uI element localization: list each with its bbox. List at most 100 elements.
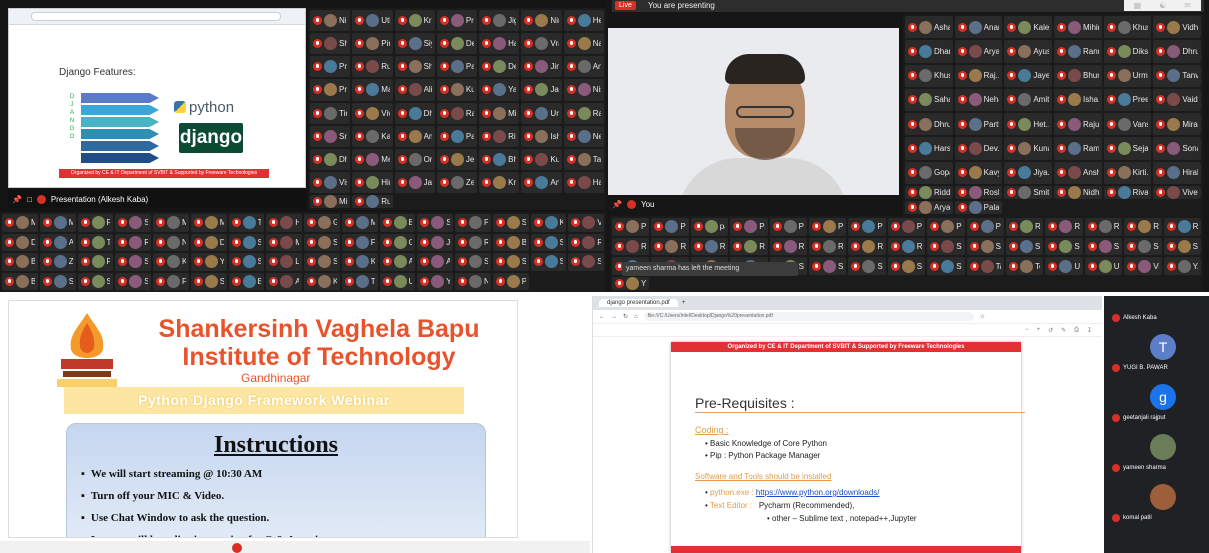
participant-tile[interactable]: Dhruvi... xyxy=(1153,40,1201,63)
participant-tile[interactable]: Ujvi... xyxy=(379,272,416,290)
participant-tile[interactable]: Patel Y... xyxy=(730,218,768,236)
participant-tile[interactable]: Gavest... xyxy=(304,214,340,232)
participant-tile[interactable]: Urmi... xyxy=(1103,64,1152,87)
participant-tile[interactable]: Vivek... xyxy=(352,102,393,124)
participant-tile[interactable]: Jeel... xyxy=(436,148,478,170)
participant-tile[interactable]: Dhruv... xyxy=(905,113,953,136)
participant-tile[interactable]: Anand... xyxy=(954,16,1003,39)
participant-tile[interactable]: Bhavik... xyxy=(479,148,520,170)
pin-icon[interactable]: 📌 xyxy=(12,195,22,204)
participant-tile[interactable]: Mansi... xyxy=(266,233,302,251)
participant-tile[interactable]: Drish... xyxy=(2,233,38,251)
participant-tile[interactable]: Ishan... xyxy=(521,125,562,147)
save-icon[interactable]: ↧ xyxy=(1087,327,1092,334)
participant-tile[interactable]: Riya... xyxy=(479,125,520,147)
participant-tile[interactable]: Parth... xyxy=(436,125,478,147)
participant-tile[interactable]: Sneha... xyxy=(310,125,351,147)
participant-tile[interactable]: Raju S... xyxy=(1084,218,1123,236)
participant-tile[interactable]: Mihir... xyxy=(1054,16,1102,39)
participant-tile[interactable]: Rahul... xyxy=(612,237,650,256)
participant-tile[interactable]: Rush... xyxy=(352,56,393,78)
participant-tile[interactable]: Ankit... xyxy=(521,171,562,193)
participant-tile[interactable]: Raj... xyxy=(436,102,478,124)
participant-tile[interactable]: Vivek... xyxy=(568,214,604,232)
participant-tile[interactable]: Diksha... xyxy=(1103,40,1152,63)
draw-icon[interactable]: ✎ xyxy=(1061,327,1066,334)
new-tab-icon[interactable]: + xyxy=(682,300,686,306)
reload-icon[interactable]: ↻ xyxy=(623,313,628,320)
participant-tile[interactable]: Rahul... xyxy=(651,237,689,256)
participant-tile[interactable]: Deep... xyxy=(436,33,478,55)
participant-tile[interactable]: Jiya... xyxy=(1004,161,1052,184)
participant-tile[interactable]: patel s... xyxy=(690,218,729,236)
participant-tile[interactable]: Siya... xyxy=(394,33,435,55)
grid-icon[interactable]: ▦ xyxy=(1134,1,1142,10)
participant-tile[interactable]: Ram... xyxy=(77,214,114,232)
participant-tile[interactable]: Neha... xyxy=(954,88,1003,112)
participant-tile[interactable]: Rudra... xyxy=(352,195,393,208)
participant-tile[interactable]: Nirav... xyxy=(153,233,189,251)
participant-tile[interactable]: Rudra... xyxy=(848,237,886,256)
print-icon[interactable]: ⎙ xyxy=(1074,327,1079,334)
participant-tile[interactable]: PAVIT... xyxy=(455,214,491,232)
participant-tile[interactable]: Tirth... xyxy=(341,272,378,290)
participant-tile[interactable]: Patel... xyxy=(436,56,478,78)
participant-tile[interactable]: Arya... xyxy=(954,40,1003,63)
participant-tile[interactable]: Kevin... xyxy=(341,253,378,271)
participant-tile[interactable]: Raj... xyxy=(954,64,1003,87)
participant-tile[interactable]: Yash... xyxy=(190,253,227,271)
pdf-tab[interactable]: django presentation.pdf xyxy=(599,299,678,307)
participant-tile[interactable]: Vanshi... xyxy=(1103,113,1152,136)
participant-tile[interactable]: Preet... xyxy=(1103,88,1152,112)
participant-tile[interactable]: Parth... xyxy=(954,113,1003,136)
participant-tile[interactable]: Vivek... xyxy=(1124,257,1162,275)
sidebar-participant[interactable]: T YUGI B. PAWAR xyxy=(1112,334,1207,372)
participant-tile[interactable]: Pinal... xyxy=(352,33,393,55)
participant-tile[interactable]: Suresh... xyxy=(927,257,965,275)
participant-tile[interactable]: Bawr... xyxy=(2,253,38,271)
participant-tile[interactable]: Rohan... xyxy=(730,237,768,256)
participant-tile[interactable]: PRAKR... xyxy=(809,218,847,236)
people-icon[interactable]: ☯ xyxy=(1159,1,1166,10)
participant-tile[interactable]: Khush... xyxy=(905,64,953,87)
participant-tile[interactable]: Nisha... xyxy=(563,79,604,101)
participant-tile[interactable]: Thaul... xyxy=(228,214,265,232)
participant-tile[interactable]: Kria... xyxy=(394,10,435,32)
participant-tile[interactable]: Ayush... xyxy=(1004,40,1052,63)
participant-tile[interactable]: Nikhil... xyxy=(310,10,351,32)
participant-tile[interactable]: Sneha... xyxy=(809,257,847,275)
sidebar-participant[interactable]: yameen sharma xyxy=(1112,434,1207,472)
participant-tile[interactable]: Arya... xyxy=(379,253,416,271)
sidebar-participant[interactable]: komal patil xyxy=(1112,484,1207,522)
participant-tile[interactable]: Kalesh... xyxy=(1004,16,1052,39)
participant-tile[interactable]: Krish... xyxy=(479,171,520,193)
participant-tile[interactable]: Nidhi... xyxy=(1054,186,1102,199)
participant-tile[interactable]: Ayush... xyxy=(39,233,76,251)
participant-tile[interactable]: Preethi... xyxy=(966,218,1004,236)
participant-tile[interactable]: Mira... xyxy=(1153,113,1201,136)
participant-tile[interactable]: Fahe... xyxy=(153,272,189,290)
participant-tile[interactable]: Jinal... xyxy=(417,233,453,251)
participant-tile[interactable]: Sejal... xyxy=(1103,137,1152,160)
participant-tile[interactable]: Radhika... xyxy=(1045,218,1083,236)
participant-tile[interactable]: Yoshi... xyxy=(417,272,453,290)
participant-tile[interactable]: Sheja... xyxy=(310,33,351,55)
participant-tile[interactable]: Pran... xyxy=(310,56,351,78)
participant-tile[interactable]: Kunal... xyxy=(521,148,562,170)
back-icon[interactable]: ← xyxy=(599,314,605,320)
participant-tile[interactable]: Hiren... xyxy=(352,171,393,193)
pin-icon[interactable]: 📌 xyxy=(612,200,622,209)
participant-tile[interactable]: Sunny... xyxy=(887,257,926,275)
participant-tile[interactable]: Jigar... xyxy=(479,10,520,32)
participant-tile[interactable]: Salee... xyxy=(1084,237,1123,256)
zoom-in-icon[interactable]: + xyxy=(1037,327,1041,333)
participant-tile[interactable]: Shah... xyxy=(394,56,435,78)
home-icon[interactable]: ⌂ xyxy=(634,314,638,320)
participant-tile[interactable]: Prerna... xyxy=(848,218,886,236)
participant-tile[interactable]: Parth L... xyxy=(612,218,650,236)
participant-tile[interactable]: RATH... xyxy=(1006,218,1044,236)
participant-tile[interactable]: Ansh... xyxy=(1054,161,1102,184)
participant-tile[interactable]: Zeel... xyxy=(436,171,478,193)
python-download-link[interactable]: https://www.python.org/downloads/ xyxy=(756,488,880,497)
participant-tile[interactable]: SOCH... xyxy=(492,214,529,232)
